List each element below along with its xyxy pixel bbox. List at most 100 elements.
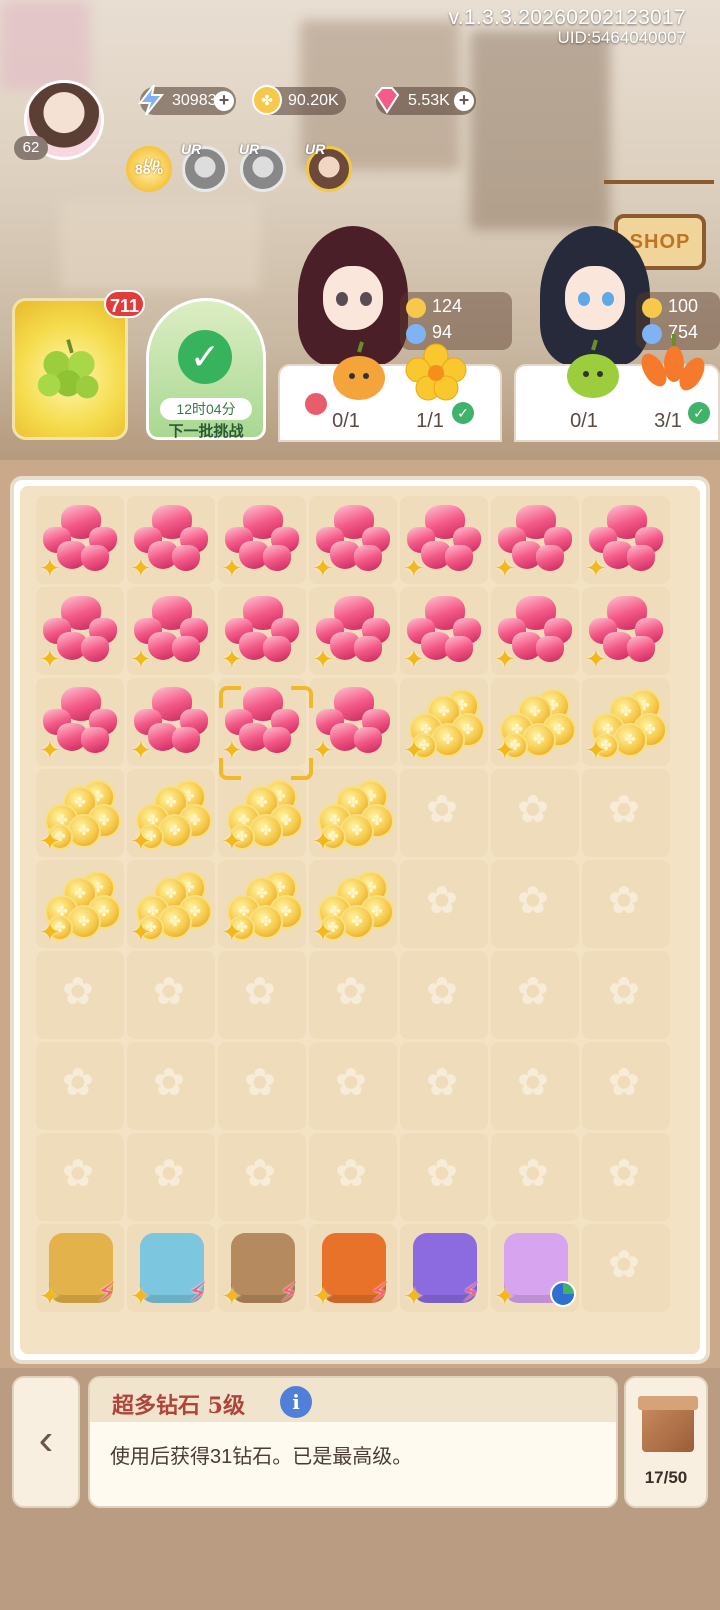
- coin-pile-item[interactable]: ✦: [128, 861, 214, 947]
- star-icon: ✦: [39, 917, 61, 947]
- star-icon: ✦: [130, 735, 152, 765]
- gem-pile-item[interactable]: ✦: [219, 588, 305, 674]
- gem-pile-item[interactable]: ✦: [310, 588, 396, 674]
- board-cell[interactable]: [491, 1042, 579, 1130]
- teapot-generator[interactable]: ⚡ ✦: [310, 1225, 396, 1311]
- energy-bolt-icon: ⚡: [188, 1277, 208, 1308]
- star-icon: ✦: [312, 553, 334, 583]
- gem-pile-item[interactable]: ✦: [401, 497, 487, 583]
- board-cell[interactable]: [400, 1042, 488, 1130]
- ur-card-slot[interactable]: UR: [181, 141, 228, 192]
- board-cell[interactable]: [218, 951, 306, 1039]
- grape-quest-card[interactable]: [12, 298, 128, 440]
- gem-value: 5.53K: [408, 92, 450, 109]
- gem-pile-item[interactable]: ✦: [310, 497, 396, 583]
- star-icon: ✦: [312, 644, 334, 674]
- coin-counter[interactable]: ✤ 90.20K: [252, 85, 346, 115]
- board-cell[interactable]: [491, 769, 579, 857]
- board-cell[interactable]: [582, 769, 670, 857]
- gem-pile-item[interactable]: ✦: [492, 497, 578, 583]
- add-gems-button[interactable]: +: [454, 91, 474, 111]
- star-icon: ✦: [39, 826, 61, 856]
- order-coin-reward: 100: [668, 296, 699, 316]
- board-cell[interactable]: [491, 860, 579, 948]
- board-cell[interactable]: [491, 951, 579, 1039]
- coin-pile-item[interactable]: ✦: [492, 679, 578, 765]
- inventory-button[interactable]: 17/50: [624, 1376, 708, 1508]
- board-cell[interactable]: [309, 951, 397, 1039]
- order-requirement: 0/1: [570, 410, 598, 432]
- coin-pile-item[interactable]: ✦: [37, 861, 123, 947]
- star-icon: ✦: [494, 735, 516, 765]
- coin-pile-item[interactable]: ✦: [37, 770, 123, 856]
- gem-counter[interactable]: 5.53K +: [374, 87, 476, 115]
- board-cell[interactable]: [36, 1133, 124, 1221]
- gem-pile-item[interactable]: ✦: [128, 679, 214, 765]
- star-icon: ✦: [494, 553, 516, 583]
- ur-card-slot[interactable]: UR: [305, 141, 352, 192]
- board-cell[interactable]: [218, 1042, 306, 1130]
- gem-pile-item[interactable]: ✦: [492, 588, 578, 674]
- greenhouse-generator[interactable]: ⚡ ✦: [128, 1225, 214, 1311]
- board-cell[interactable]: [127, 1133, 215, 1221]
- ur-label: UR: [181, 141, 202, 157]
- coin-pile-item[interactable]: ✦: [401, 679, 487, 765]
- gem-pile-item[interactable]: ✦: [37, 497, 123, 583]
- board-cell[interactable]: [582, 951, 670, 1039]
- version-text: v.1.3.3.20260202123017: [448, 6, 686, 29]
- star-icon: ✦: [221, 826, 243, 856]
- star-icon: ✦: [39, 1281, 61, 1311]
- gem-pile-item[interactable]: ✦: [219, 497, 305, 583]
- complete-check-icon: ✓: [688, 402, 710, 424]
- perfume-generator[interactable]: ✦: [492, 1225, 578, 1311]
- inventory-count: 17/50: [644, 1468, 688, 1487]
- board-cell[interactable]: [400, 860, 488, 948]
- coin-pile-item[interactable]: ✦: [310, 770, 396, 856]
- add-energy-button[interactable]: +: [214, 91, 234, 111]
- gem-pile-item[interactable]: ✦: [128, 588, 214, 674]
- coin-pile-item[interactable]: ✦: [128, 770, 214, 856]
- board-cell[interactable]: [36, 1042, 124, 1130]
- gem-pile-item[interactable]: ✦: [583, 497, 669, 583]
- ur-label: UR: [239, 141, 260, 157]
- board-cell[interactable]: [582, 1224, 670, 1312]
- board-cell[interactable]: [400, 1133, 488, 1221]
- garden-generator[interactable]: ⚡ ✦: [219, 1225, 305, 1311]
- gem-pile-item[interactable]: ✦: [401, 588, 487, 674]
- star-icon: ✦: [403, 553, 425, 583]
- up-rate-badge[interactable]: Up 88%: [126, 146, 172, 192]
- coin-pile-item[interactable]: ✦: [583, 679, 669, 765]
- star-icon: ✦: [130, 1281, 152, 1311]
- energy-counter[interactable]: 30983 +: [137, 84, 236, 116]
- star-icon: ✦: [494, 1281, 516, 1311]
- back-button[interactable]: ‹: [12, 1376, 80, 1508]
- info-icon[interactable]: i: [280, 1386, 312, 1418]
- energy-bolt-icon: ⚡: [97, 1277, 117, 1308]
- portal-generator[interactable]: ⚡ ✦: [401, 1225, 487, 1311]
- selection-cursor: [219, 686, 313, 780]
- board-cell[interactable]: [400, 951, 488, 1039]
- board-cell[interactable]: [309, 1133, 397, 1221]
- cabinet-generator[interactable]: ⚡ ✦: [37, 1225, 123, 1311]
- gem-pile-item[interactable]: ✦: [37, 588, 123, 674]
- board-cell[interactable]: [491, 1133, 579, 1221]
- board-cell[interactable]: [36, 951, 124, 1039]
- gem-pile-item[interactable]: ✦: [583, 588, 669, 674]
- coin-pile-item[interactable]: ✦: [219, 770, 305, 856]
- gem-pile-item[interactable]: ✦: [37, 679, 123, 765]
- board-cell[interactable]: [582, 1042, 670, 1130]
- board-cell[interactable]: [582, 860, 670, 948]
- item-info-panel: 超多钻石 5级 i 使用后获得31钻石。已是最高级。: [88, 1376, 618, 1508]
- star-icon: ✦: [312, 826, 334, 856]
- board-cell[interactable]: [309, 1042, 397, 1130]
- ur-card-slot[interactable]: UR: [239, 141, 286, 192]
- board-cell[interactable]: [582, 1133, 670, 1221]
- board-cell[interactable]: [127, 951, 215, 1039]
- coin-pile-item[interactable]: ✦: [219, 861, 305, 947]
- coin-pile-item[interactable]: ✦: [310, 861, 396, 947]
- gem-pile-item[interactable]: ✦: [310, 679, 396, 765]
- gem-pile-item[interactable]: ✦: [128, 497, 214, 583]
- board-cell[interactable]: [127, 1042, 215, 1130]
- board-cell[interactable]: [400, 769, 488, 857]
- board-cell[interactable]: [218, 1133, 306, 1221]
